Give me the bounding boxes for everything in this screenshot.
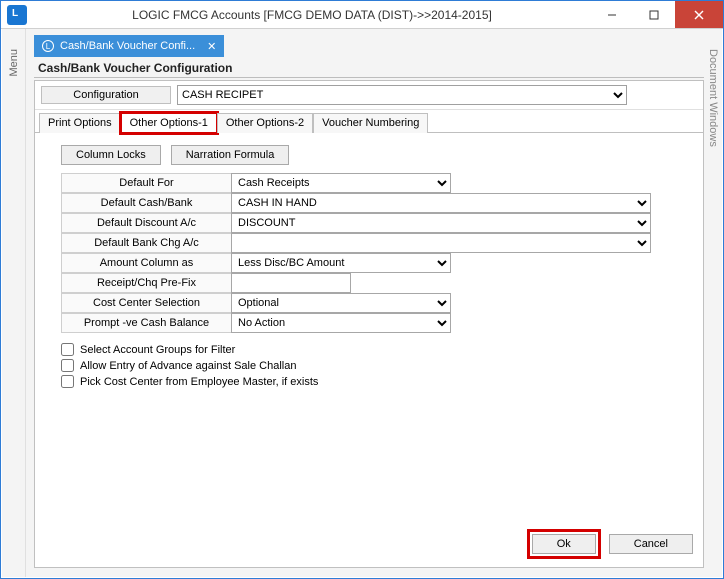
default-bank-chg-select[interactable] <box>231 233 651 253</box>
cost-center-label: Cost Center Selection <box>61 293 231 313</box>
cost-center-select[interactable]: Optional <box>231 293 451 313</box>
doc-tab-icon: L <box>42 40 54 52</box>
document-windows-rail[interactable]: Document Windows <box>704 29 722 577</box>
configuration-label: Configuration <box>41 86 171 104</box>
column-locks-button[interactable]: Column Locks <box>61 145 161 165</box>
maximize-button[interactable] <box>633 1 675 28</box>
ok-button[interactable]: Ok <box>532 534 596 554</box>
tab-print-options[interactable]: Print Options <box>39 113 121 133</box>
tab-voucher-numbering[interactable]: Voucher Numbering <box>313 113 428 133</box>
amount-column-label: Amount Column as <box>61 253 231 273</box>
default-discount-label: Default Discount A/c <box>61 213 231 233</box>
configuration-select[interactable]: CASH RECIPET <box>177 85 627 105</box>
menu-rail[interactable]: Menu <box>2 29 26 577</box>
amount-column-select[interactable]: Less Disc/BC Amount <box>231 253 451 273</box>
check-account-groups-box[interactable] <box>61 343 74 356</box>
document-tab[interactable]: L Cash/Bank Voucher Confi... ✕ <box>34 35 224 57</box>
app-icon <box>7 5 27 25</box>
doc-tab-label: Cash/Bank Voucher Confi... <box>60 40 195 52</box>
check-account-groups[interactable]: Select Account Groups for Filter <box>61 343 691 356</box>
default-cash-bank-select[interactable]: CASH IN HAND <box>231 193 651 213</box>
neg-cash-label: Prompt -ve Cash Balance <box>61 313 231 333</box>
ok-highlight: Ok <box>527 529 601 559</box>
check-advance-entry-box[interactable] <box>61 359 74 372</box>
cancel-button[interactable]: Cancel <box>609 534 693 554</box>
check-cost-center-employee-box[interactable] <box>61 375 74 388</box>
tab-other-options-1[interactable]: Other Options-1 <box>121 113 217 133</box>
default-for-label: Default For <box>61 173 231 193</box>
default-discount-select[interactable]: DISCOUNT <box>231 213 651 233</box>
neg-cash-select[interactable]: No Action <box>231 313 451 333</box>
receipt-prefix-input[interactable] <box>231 273 351 293</box>
window-title: LOGIC FMCG Accounts [FMCG DEMO DATA (DIS… <box>33 8 591 22</box>
narration-formula-button[interactable]: Narration Formula <box>171 145 290 165</box>
default-bank-chg-label: Default Bank Chg A/c <box>61 233 231 253</box>
default-for-select[interactable]: Cash Receipts <box>231 173 451 193</box>
check-cost-center-employee[interactable]: Pick Cost Center from Employee Master, i… <box>61 375 691 388</box>
check-advance-entry[interactable]: Allow Entry of Advance against Sale Chal… <box>61 359 691 372</box>
tab-other-options-2[interactable]: Other Options-2 <box>217 113 313 133</box>
default-cash-bank-label: Default Cash/Bank <box>61 193 231 213</box>
close-button[interactable] <box>675 1 723 28</box>
minimize-button[interactable] <box>591 1 633 28</box>
page-title: Cash/Bank Voucher Configuration <box>34 57 704 78</box>
receipt-prefix-label: Receipt/Chq Pre-Fix <box>61 273 231 293</box>
doc-tab-close-icon[interactable]: ✕ <box>207 40 216 53</box>
